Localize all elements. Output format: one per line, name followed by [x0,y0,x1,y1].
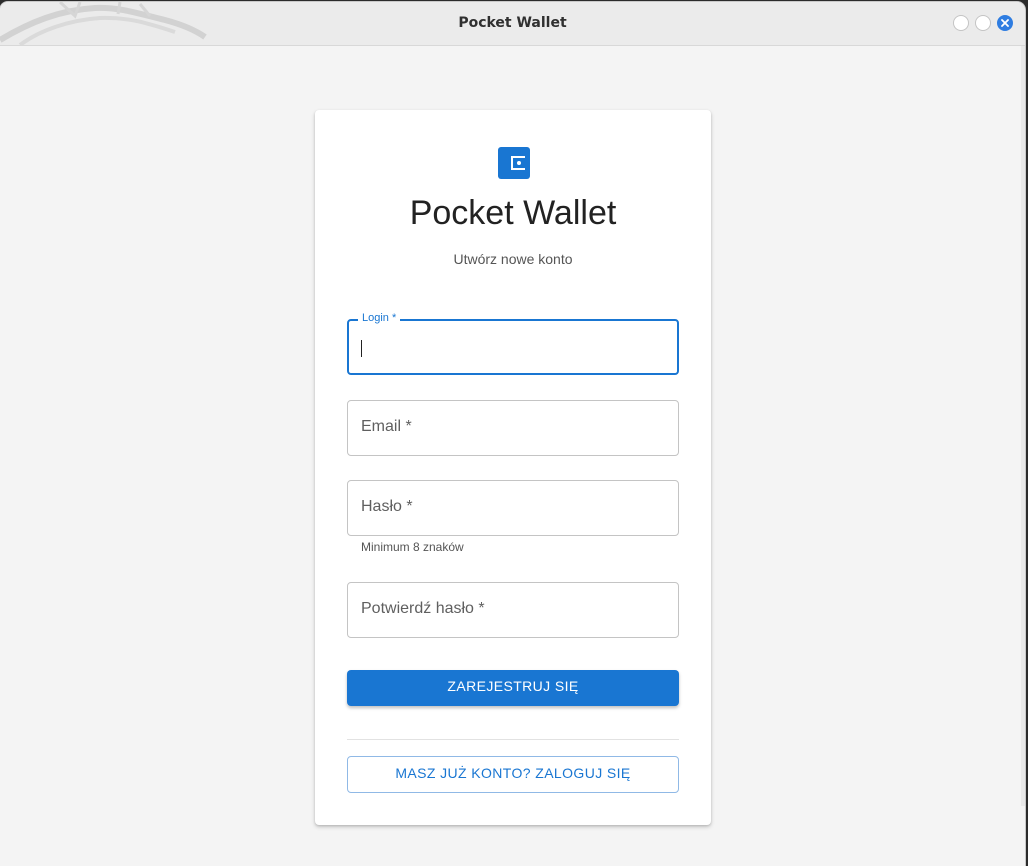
confirm-password-field[interactable]: Potwierdź hasło * [347,582,679,638]
close-icon [1001,19,1009,27]
register-button[interactable]: ZAREJESTRUJ SIĘ [347,670,679,706]
password-field-label: Hasło * [361,498,413,515]
divider [347,739,679,740]
scrollbar-track[interactable] [1021,46,1025,806]
page-subtitle: Utwórz nowe konto [453,251,573,267]
register-card: Pocket Wallet Utwórz nowe konto Login * … [315,110,711,825]
content-area: Pocket Wallet Utwórz nowe konto Login * … [0,46,1025,866]
email-field-label: Email * [361,418,412,435]
close-button[interactable] [997,15,1013,31]
window-controls [953,15,1013,31]
minimize-button[interactable] [953,15,969,31]
email-field[interactable]: Email * [347,400,679,456]
app-title: Pocket Wallet [409,194,617,232]
login-field-label: Login * [358,312,401,324]
maximize-button[interactable] [975,15,991,31]
title-bar[interactable]: Pocket Wallet [0,2,1025,46]
app-window: Pocket Wallet Pocket Wallet Utwórz nowe … [0,2,1025,866]
login-link-button[interactable]: MASZ JUŻ KONTO? ZALOGUJ SIĘ [347,756,679,793]
confirm-password-field-label: Potwierdź hasło * [361,600,485,617]
text-cursor [361,340,362,357]
password-field[interactable]: Hasło * [347,480,679,536]
wallet-icon [498,147,530,179]
window-title: Pocket Wallet [458,15,567,31]
password-helper-text: Minimum 8 znaków [361,540,464,554]
login-field[interactable]: Login * [347,312,679,375]
